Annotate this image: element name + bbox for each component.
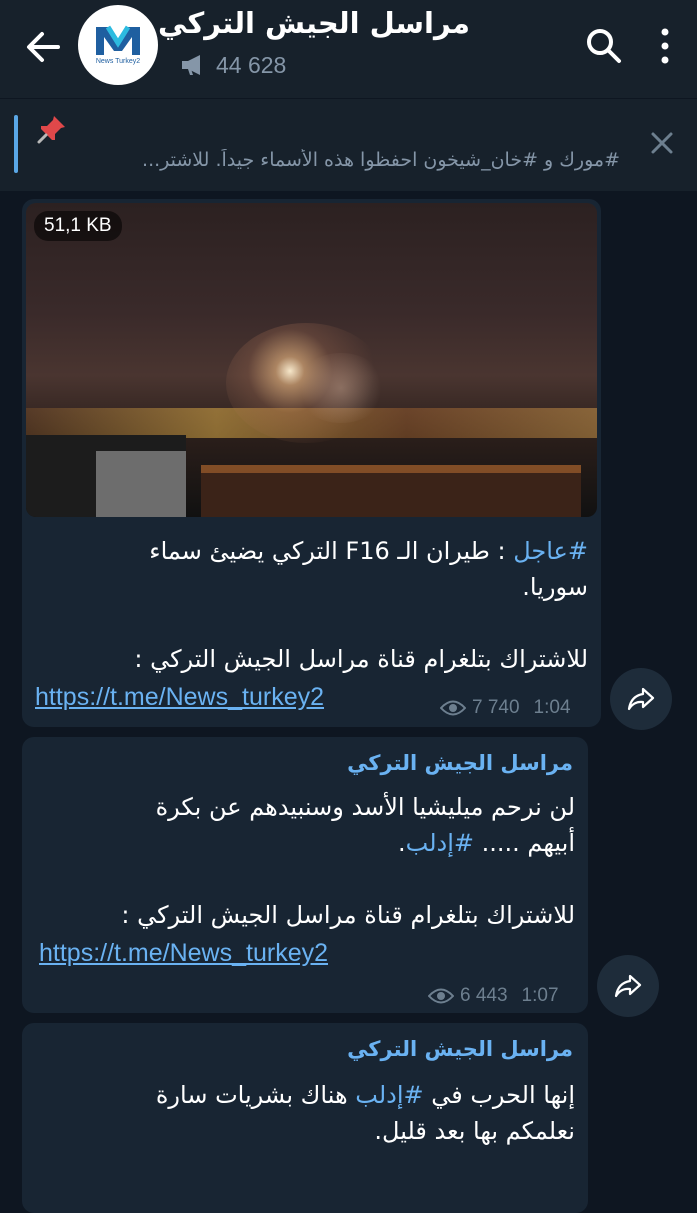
channel-logo-icon [96, 25, 140, 55]
subscribe-text: للاشتراك بتلغرام قناة مراسل الجيش التركي… [121, 901, 575, 929]
message-time: 1:04 [533, 697, 571, 718]
subscriber-count: 44 628 [216, 51, 287, 78]
message-text: #عاجل : طيران الـ F16 التركي يضيئ سماء س… [36, 533, 588, 677]
chat-header: News Turkey2 مراسل الجيش التركي 44 628 [0, 0, 697, 98]
message-line: لن نرحم ميليشيا الأسد وسنبيدهم عن بكرة [155, 793, 575, 821]
pinned-message-text: #مورك و #خان_شيخون احفظوا هذه الأسماء جي… [142, 149, 620, 171]
more-menu-button[interactable] [650, 22, 680, 70]
message-line: إنها الحرب في #إدلب هناك بشريات سارة [36, 1077, 575, 1113]
back-arrow-icon [27, 32, 60, 62]
message-line: سوريا. [522, 573, 588, 601]
channel-link[interactable]: https://t.me/News_turkey2 [39, 939, 328, 968]
channel-avatar[interactable]: News Turkey2 [78, 5, 158, 85]
close-pinned-button[interactable] [646, 127, 678, 159]
more-vertical-icon [661, 28, 669, 64]
message-line-text: أبيهم ..... [473, 829, 575, 857]
pinned-message-bar[interactable]: #مورك و #خان_شيخون احفظوا هذه الأسماء جي… [0, 98, 697, 191]
subscribe-text: للاشتراك بتلغرام قناة مراسل الجيش التركي… [134, 645, 588, 673]
message-photo[interactable]: 51,1 KB [26, 203, 597, 517]
message-bubble[interactable]: 51,1 KB #عاجل : طيران الـ F16 التركي يضي… [22, 199, 601, 727]
sender-name[interactable]: مراسل الجيش التركي [36, 751, 573, 775]
channel-link[interactable]: https://t.me/News_turkey2 [35, 683, 324, 712]
avatar-label: News Turkey2 [95, 58, 141, 65]
subscriber-info: 44 628 [180, 48, 286, 82]
share-button[interactable] [597, 955, 659, 1017]
hashtag-link[interactable]: #عاجل [513, 537, 588, 565]
message-text: لن نرحم ميليشيا الأسد وسنبيدهم عن بكرة أ… [36, 789, 575, 933]
photo-building [96, 451, 186, 517]
message-meta: 7 740 1:04 [440, 697, 571, 719]
message-line-end: . [397, 829, 406, 857]
message-line: نعلمكم بها بعد قليل. [374, 1117, 575, 1145]
view-count: 7 740 [472, 697, 520, 718]
message-line-text: إنها الحرب في [423, 1081, 575, 1109]
hashtag-link[interactable]: #إدلب [406, 829, 474, 857]
photo-building [201, 473, 581, 517]
megaphone-icon [182, 55, 200, 75]
sender-name[interactable]: مراسل الجيش التركي [36, 1037, 573, 1061]
close-icon [651, 132, 673, 154]
share-icon [627, 687, 655, 711]
view-count: 6 443 [460, 985, 508, 1006]
share-button[interactable] [610, 668, 672, 730]
message-text: إنها الحرب في #إدلب هناك بشريات سارة نعل… [36, 1077, 575, 1149]
message-meta: 6 443 1:07 [428, 985, 559, 1007]
file-size-badge: 51,1 KB [34, 211, 122, 241]
message-line-text: : طيران الـ F16 التركي يضيئ سماء [149, 537, 514, 565]
message-line-end: هناك بشريات سارة [155, 1081, 356, 1109]
eye-icon [440, 700, 466, 716]
pinned-indicator [14, 115, 18, 173]
message-time: 1:07 [521, 985, 559, 1006]
search-icon [587, 29, 621, 63]
pin-icon [37, 116, 65, 144]
message-line: أبيهم ..... #إدلب. [36, 825, 575, 861]
eye-icon [428, 988, 454, 1004]
share-icon [614, 974, 642, 998]
photo-smoke [296, 353, 386, 423]
channel-title[interactable]: مراسل الجيش التركي [158, 6, 470, 46]
message-line: #عاجل : طيران الـ F16 التركي يضيئ سماء [36, 533, 588, 569]
hashtag-link[interactable]: #إدلب [355, 1081, 423, 1109]
message-bubble[interactable]: مراسل الجيش التركي لن نرحم ميليشيا الأسد… [22, 737, 588, 1013]
search-button[interactable] [582, 24, 626, 68]
message-bubble[interactable]: مراسل الجيش التركي إنها الحرب في #إدلب ه… [22, 1023, 588, 1213]
back-button[interactable] [18, 22, 68, 72]
